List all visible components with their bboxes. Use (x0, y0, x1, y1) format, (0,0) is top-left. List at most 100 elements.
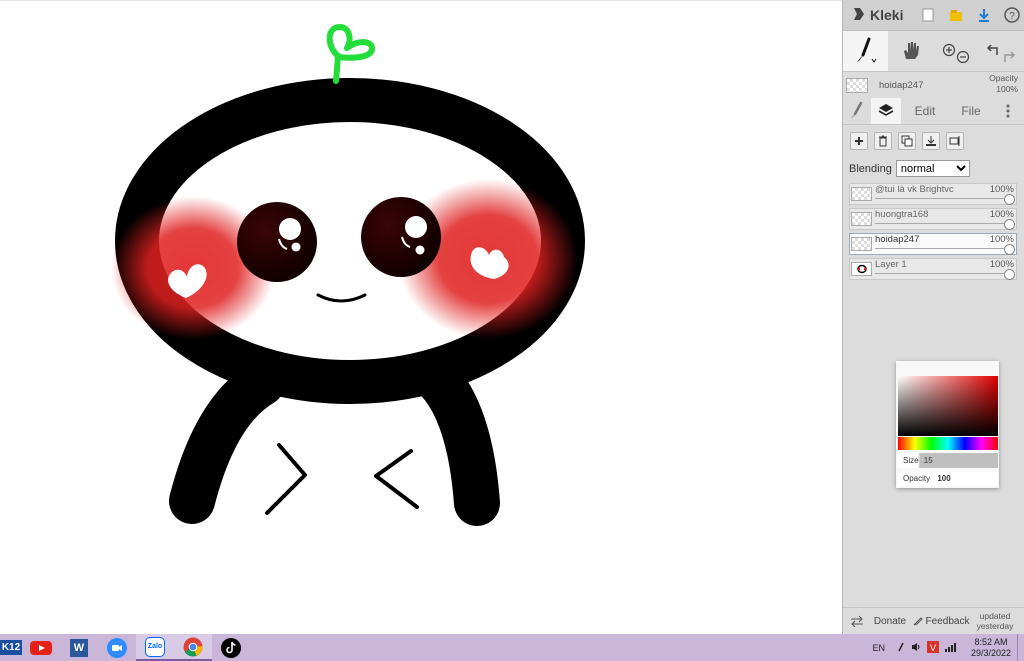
zoom-app-icon (107, 637, 127, 658)
k12-icon: K12 (0, 640, 23, 655)
drawing-canvas[interactable] (0, 0, 842, 634)
layer-opacity-slider[interactable] (1004, 269, 1015, 280)
layer-opacity-track (875, 198, 1008, 199)
clock-time: 8:52 AM (974, 636, 1008, 647)
layer-opacity-track (875, 223, 1008, 224)
undo-icon[interactable] (987, 43, 1001, 60)
layer-item[interactable]: @tui là vk Brightvc 100% (849, 183, 1017, 205)
taskbar-youtube[interactable] (22, 634, 60, 661)
brush-opacity-label: Opacity (903, 474, 931, 483)
hue-slider[interactable] (898, 437, 998, 450)
current-layer-info: hoidap247 Opacity 100% (843, 72, 1024, 98)
current-layer-thumbnail (846, 77, 868, 93)
layer-thumbnail (851, 212, 872, 226)
pen-icon[interactable] (897, 642, 905, 654)
taskbar-zoom[interactable] (98, 634, 136, 661)
taskbar-chrome[interactable] (174, 634, 212, 661)
kleki-logo[interactable]: Kleki (843, 6, 911, 25)
zalo-label: Zalo (147, 643, 163, 650)
right-chevron (374, 449, 419, 509)
layer-thumbnail (851, 237, 872, 251)
taskbar-word[interactable]: W (60, 634, 98, 661)
zoom-out-icon[interactable] (956, 50, 970, 67)
layer-name: hoidap247 (875, 234, 920, 245)
tab-layers[interactable] (871, 98, 901, 124)
new-file-icon[interactable] (917, 4, 939, 26)
blending-label: Blending (849, 162, 892, 175)
rename-layer-button[interactable] (946, 132, 964, 150)
feedback-link[interactable]: Feedback (909, 616, 973, 627)
size-value: 15 (923, 456, 933, 465)
tab-brush[interactable] (843, 98, 871, 124)
left-eye (237, 202, 317, 282)
language-indicator[interactable]: EN (872, 643, 885, 653)
current-layer-opacity: Opacity 100% (989, 73, 1018, 95)
right-arm (412, 354, 500, 526)
layer-list: @tui là vk Brightvc 100% huongtra168 100… (843, 183, 1024, 280)
brush-size-slider[interactable]: Size 15 (898, 453, 998, 468)
layer-item[interactable]: huongtra168 100% (849, 208, 1017, 230)
open-folder-icon[interactable] (945, 4, 967, 26)
plus-icon (855, 137, 863, 145)
volume-icon[interactable] (911, 642, 921, 654)
updated-label: updated yesterday (976, 611, 1014, 631)
blending-select[interactable]: normal (895, 160, 970, 177)
panel-tabs: Edit File (843, 98, 1024, 125)
hand-tool[interactable] (888, 31, 933, 71)
svg-text:?: ? (1009, 11, 1015, 22)
layer-opacity-slider[interactable] (1004, 244, 1015, 255)
duplicate-layer-button[interactable] (898, 132, 916, 150)
current-layer-name: hoidap247 (879, 79, 924, 91)
layer-name: huongtra168 (875, 209, 929, 220)
help-icon[interactable]: ? (1001, 4, 1023, 26)
taskbar-zalo[interactable]: Zalo (136, 634, 174, 661)
app-name: Kleki (870, 7, 904, 23)
network-icon[interactable] (945, 642, 957, 654)
blending-row: Blending normal (843, 154, 1024, 183)
donate-link[interactable]: Donate (871, 616, 909, 627)
history-controls (979, 31, 1024, 71)
tiktok-icon (221, 637, 241, 658)
merge-layer-button[interactable] (922, 132, 940, 150)
svg-text:V: V (930, 643, 936, 653)
tool-panel: Kleki ? hoidap247 Opacity 100% Edit File… (842, 0, 1024, 634)
brush-tool[interactable] (843, 31, 889, 71)
layer-name: @tui là vk Brightvc (875, 184, 954, 195)
size-label: Size (903, 456, 919, 465)
more-menu-icon[interactable] (993, 98, 1023, 124)
swap-side-icon[interactable] (843, 615, 871, 627)
zoom-controls (934, 31, 979, 71)
system-tray: EN V 8:52 AM 29/3/2022 (872, 634, 1024, 661)
brush-opacity-slider[interactable]: Opacity 100 (898, 472, 998, 486)
layer-opacity-slider[interactable] (1004, 219, 1015, 230)
layers-icon (878, 102, 894, 121)
color-saturation-area[interactable] (898, 376, 998, 436)
trash-icon (879, 135, 887, 147)
panel-footer: Donate Feedback updated yesterday (843, 607, 1024, 634)
taskbar-tiktok[interactable] (212, 634, 250, 661)
tool-row (843, 31, 1024, 72)
brush-opacity-value: 100 (937, 474, 951, 483)
show-desktop-button[interactable] (1017, 634, 1024, 661)
layer-item-selected[interactable]: hoidap247 100% (849, 233, 1017, 255)
layer-actions (843, 125, 1024, 154)
zoom-in-icon[interactable] (942, 43, 956, 60)
layer-item[interactable]: Layer 1 100% (849, 258, 1017, 280)
tab-edit[interactable]: Edit (901, 98, 949, 124)
taskbar: K12 W Zalo EN V 8:52 AM 29/3/2022 (0, 634, 1024, 661)
duplicate-icon (901, 135, 913, 147)
clock[interactable]: 8:52 AM 29/3/2022 (965, 637, 1017, 659)
download-icon[interactable] (973, 4, 995, 26)
chrome-icon (183, 637, 203, 656)
add-layer-button[interactable] (850, 132, 868, 150)
tab-file[interactable]: File (949, 98, 993, 124)
delete-layer-button[interactable] (874, 132, 892, 150)
mouth (316, 293, 367, 303)
layer-thumbnail (851, 262, 872, 276)
layer-opacity-slider[interactable] (1004, 194, 1015, 205)
taskbar-k12[interactable]: K12 (0, 634, 23, 661)
rename-icon (949, 136, 960, 146)
kleki-logo-icon (851, 6, 867, 25)
vietkey-icon[interactable]: V (927, 640, 939, 655)
redo-icon[interactable] (1001, 50, 1016, 67)
